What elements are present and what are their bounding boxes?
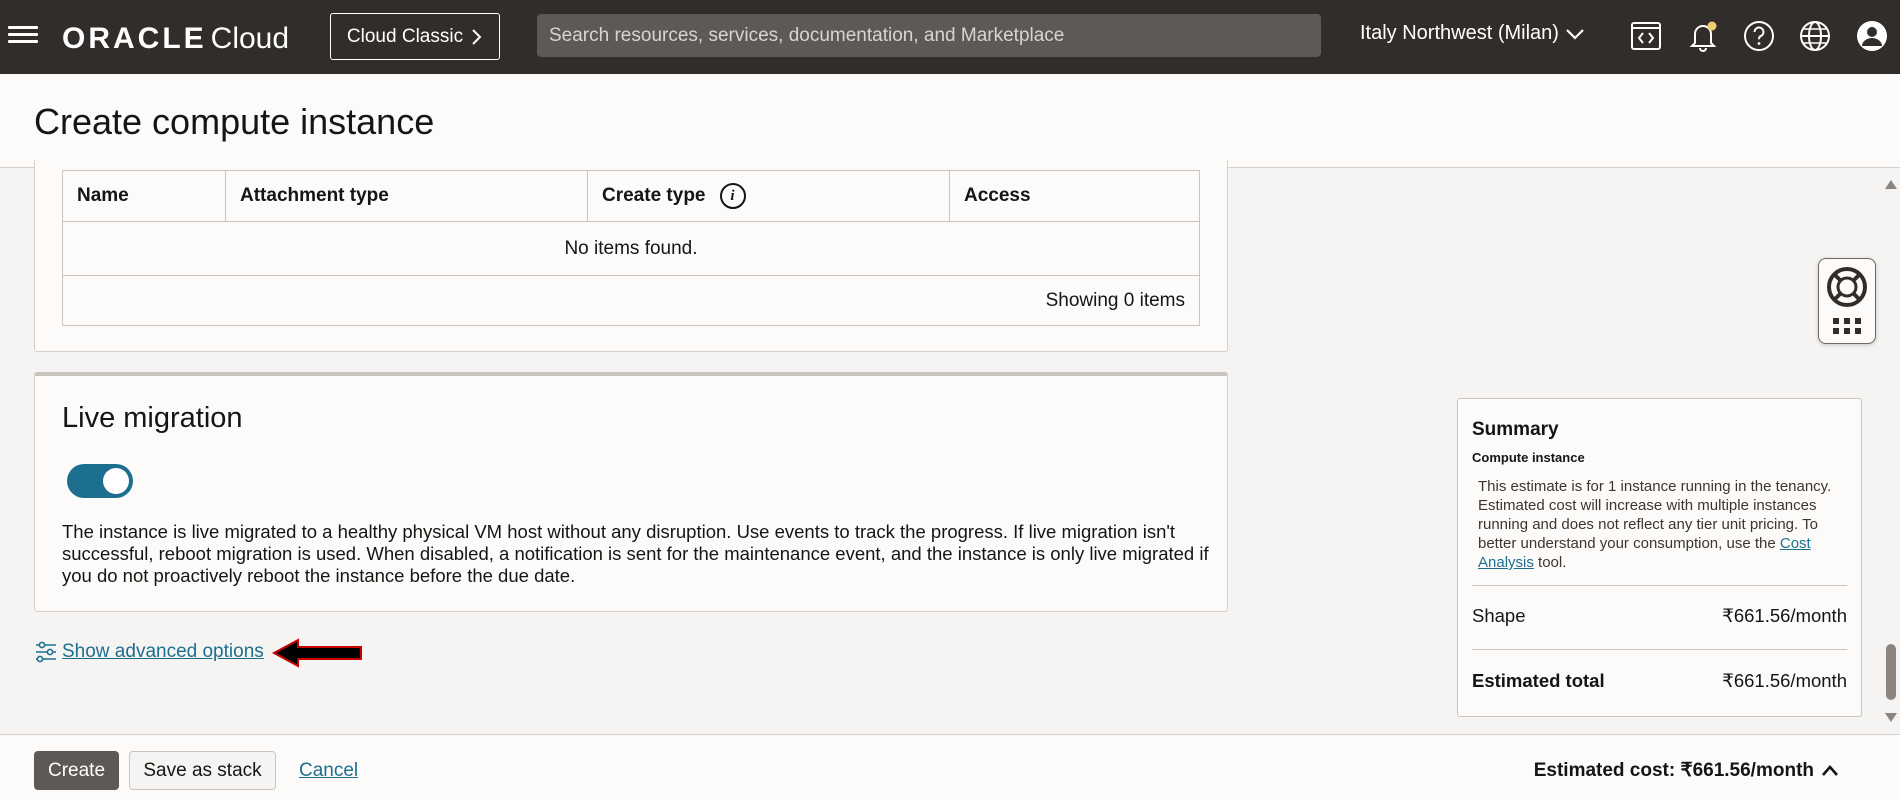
region-label: Italy Northwest (Milan) (1360, 22, 1559, 44)
save-as-stack-button[interactable]: Save as stack (129, 751, 276, 790)
sliders-icon (36, 641, 56, 663)
scroll-up-arrow-icon[interactable] (1884, 178, 1898, 190)
apps-grid-icon (1833, 318, 1861, 334)
annotation-arrow-icon (272, 638, 362, 668)
show-advanced-options-link[interactable]: Show advanced options (34, 640, 264, 664)
column-header-label: Name (77, 185, 129, 206)
region-selector[interactable]: Italy Northwest (Milan) (1360, 22, 1585, 45)
live-migration-description: The instance is live migrated to a healt… (62, 521, 1209, 586)
logo-product: Cloud (210, 22, 290, 55)
help-widget[interactable] (1818, 258, 1876, 344)
summary-description: This estimate is for 1 instance running … (1478, 477, 1848, 572)
cloud-classic-button[interactable]: Cloud Classic (330, 13, 500, 60)
live-migration-card: Live migration The instance is live migr… (34, 372, 1228, 612)
user-profile-icon[interactable] (1852, 16, 1892, 56)
language-globe-icon[interactable] (1795, 16, 1835, 56)
cloud-classic-label: Cloud Classic (346, 25, 464, 47)
shape-label: Shape (1472, 605, 1526, 626)
shape-value: ₹661.56/month (1722, 605, 1847, 626)
column-header-label: Access (964, 185, 1031, 206)
column-header-attachment-type[interactable]: Attachment type (226, 171, 588, 221)
page-header: Create compute instance (0, 74, 1900, 168)
summary-description-text: This estimate is for 1 instance running … (1478, 478, 1832, 552)
column-header-label: Create type (602, 185, 706, 206)
create-button[interactable]: Create (34, 751, 119, 790)
help-question-icon[interactable] (1739, 16, 1779, 56)
scroll-thumb[interactable] (1886, 644, 1896, 700)
chevron-down-icon (1566, 28, 1584, 40)
page-title: Create compute instance (34, 101, 435, 142)
attachments-table: Name Attachment type Create type i Access… (62, 170, 1200, 326)
notifications-bell-icon[interactable] (1683, 16, 1723, 56)
page-scrollbar[interactable] (1882, 168, 1900, 734)
estimated-total-row: Estimated total ₹661.56/month (1472, 670, 1847, 692)
cancel-link[interactable]: Cancel (299, 760, 358, 782)
table-empty-message: No items found. (63, 221, 1199, 275)
summary-title: Summary (1472, 419, 1559, 440)
estimated-cost-label: Estimated cost: ₹661.56/month (1533, 760, 1814, 781)
live-migration-toggle[interactable] (67, 464, 133, 498)
shape-cost-row: Shape ₹661.56/month (1472, 605, 1847, 627)
oracle-cloud-logo[interactable]: ORACLE Cloud (62, 22, 289, 56)
divider (1472, 649, 1847, 650)
column-header-create-type[interactable]: Create type i (588, 171, 950, 221)
summary-panel: Summary Compute instance This estimate i… (1457, 398, 1862, 717)
table-header-row: Name Attachment type Create type i Access (63, 170, 1199, 221)
logo-brand: ORACLE (62, 22, 207, 55)
estimated-total-label: Estimated total (1472, 670, 1605, 691)
chevron-right-icon (472, 28, 482, 45)
info-icon[interactable]: i (719, 183, 746, 209)
estimated-cost-toggle[interactable]: Estimated cost: ₹661.56/month (1534, 759, 1840, 782)
summary-description-tail: tool. (1533, 554, 1567, 571)
column-header-label: Attachment type (240, 185, 389, 206)
show-advanced-options-label: Show advanced options (62, 641, 264, 662)
divider (1472, 585, 1847, 586)
top-navigation-bar: ORACLE Cloud Cloud Classic Search resourc… (0, 0, 1900, 74)
hamburger-menu-icon[interactable] (6, 22, 40, 50)
table-item-count: Showing 0 items (63, 275, 1199, 325)
chevron-up-icon (1822, 764, 1838, 776)
lifebuoy-icon (1827, 267, 1867, 307)
action-footer: Create Save as stack Cancel Estimated co… (0, 734, 1900, 799)
live-migration-title: Live migration (62, 402, 243, 434)
column-header-access[interactable]: Access (950, 171, 1199, 221)
scroll-down-arrow-icon[interactable] (1884, 712, 1898, 724)
summary-subtitle: Compute instance (1472, 450, 1585, 465)
search-placeholder: Search resources, services, documentatio… (549, 24, 1065, 46)
toggle-knob (103, 468, 129, 494)
estimated-total-value: ₹661.56/month (1722, 670, 1847, 691)
column-header-name[interactable]: Name (63, 171, 226, 221)
search-input[interactable]: Search resources, services, documentatio… (537, 14, 1321, 57)
code-editor-icon[interactable] (1626, 16, 1666, 56)
